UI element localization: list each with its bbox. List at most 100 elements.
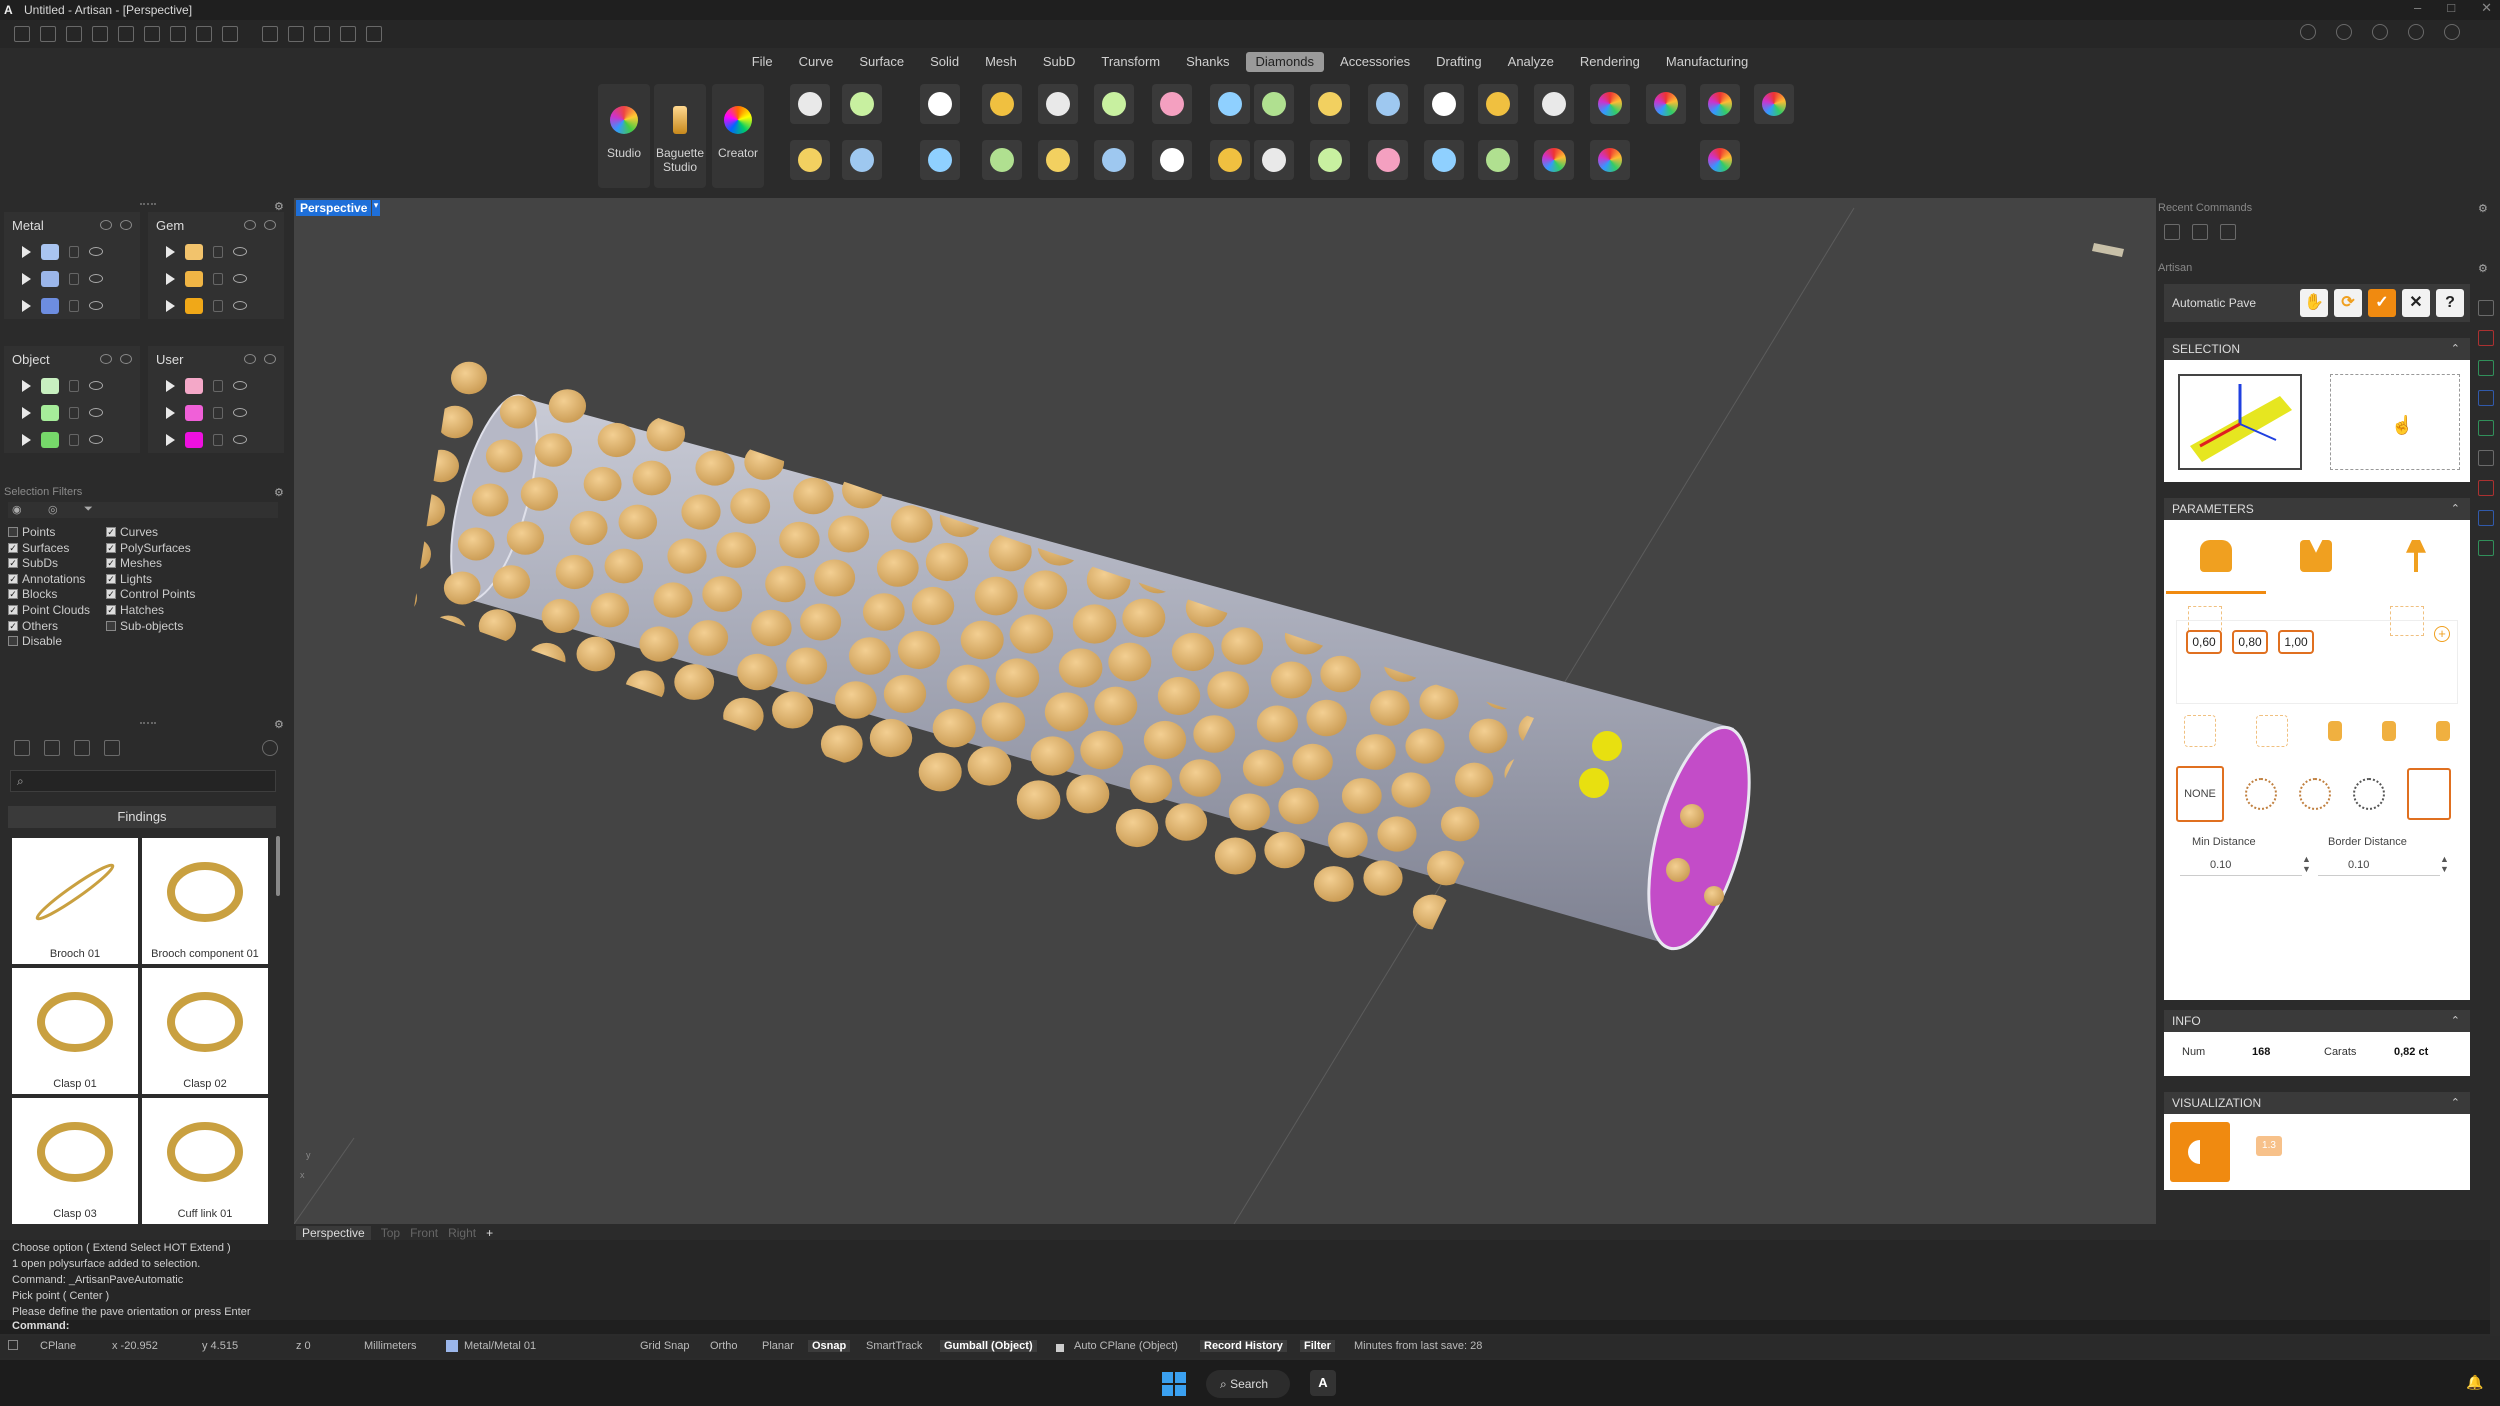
layer-row[interactable] — [148, 399, 284, 426]
layer-color-swatch[interactable] — [41, 297, 59, 314]
expand-icon[interactable] — [166, 433, 175, 446]
pave-gem[interactable] — [730, 488, 771, 524]
filter-toggle[interactable]: Filter — [1300, 1340, 1335, 1352]
help-icon[interactable] — [2408, 24, 2424, 40]
pave-gem[interactable] — [890, 505, 933, 543]
ribbon-tool-13-button[interactable] — [1094, 140, 1134, 180]
pave-gem[interactable] — [618, 504, 658, 540]
viewport-navigation-widget[interactable] — [2092, 243, 2124, 257]
pave-gem[interactable] — [590, 592, 630, 628]
export-icon[interactable] — [222, 26, 238, 42]
eye-icon[interactable] — [233, 247, 247, 256]
library-grid-icon[interactable] — [104, 740, 120, 756]
pave-gem[interactable] — [946, 664, 990, 704]
strip-icon-3[interactable] — [2478, 360, 2494, 376]
border-distance-input[interactable]: 0.10 — [2318, 854, 2440, 876]
menu-transform[interactable]: Transform — [1091, 52, 1170, 72]
ribbon-tool-12-button[interactable] — [1094, 84, 1134, 124]
layer-color-swatch[interactable] — [185, 270, 203, 287]
finding-cuff-link-01[interactable]: Cuff link 01 — [142, 1098, 268, 1224]
pave-gem[interactable] — [1030, 736, 1075, 776]
filter-preset-icon[interactable]: ◎ — [48, 503, 58, 516]
new-file-icon[interactable] — [14, 26, 30, 42]
filter-point-clouds-checkbox[interactable]: ✓ Point Clouds — [8, 603, 90, 617]
pave-gem[interactable] — [429, 615, 467, 649]
pave-gem[interactable] — [1511, 923, 1549, 957]
lock-icon[interactable] — [213, 272, 223, 285]
ribbon-tool-1-button[interactable] — [790, 84, 830, 124]
scale-badge[interactable]: 1.3 — [2256, 1136, 2282, 1156]
pave-gem[interactable] — [932, 708, 976, 748]
findings-search-input[interactable]: ⌕ — [10, 770, 276, 792]
pave-gem[interactable] — [1440, 806, 1480, 842]
pave-gem[interactable] — [381, 581, 417, 615]
eye-icon[interactable] — [89, 274, 103, 283]
pave-gem[interactable] — [1391, 772, 1431, 808]
eye-icon[interactable] — [264, 354, 276, 364]
redo-icon[interactable] — [144, 26, 160, 42]
eye-icon[interactable] — [89, 381, 103, 390]
min-distance-input[interactable]: 0.10 — [2180, 854, 2302, 876]
open-folder-icon[interactable] — [92, 26, 108, 42]
ribbon-tool-7-button[interactable] — [920, 140, 960, 180]
ribbon-tool-4-button[interactable] — [842, 140, 882, 180]
pave-gem[interactable] — [1122, 598, 1166, 638]
library-import-icon[interactable] — [74, 740, 90, 756]
library-settings-icon[interactable]: ⚙ — [274, 718, 284, 731]
ribbon-tool-18-button[interactable] — [1254, 84, 1294, 124]
tab-pave-prongs[interactable] — [2366, 520, 2466, 594]
layer-color-swatch[interactable] — [41, 377, 59, 394]
layer-color-swatch[interactable] — [185, 431, 203, 448]
distribute-icon[interactable] — [2256, 715, 2288, 747]
align-icon[interactable] — [2184, 715, 2216, 747]
pave-gem[interactable] — [541, 598, 580, 634]
menu-mesh[interactable]: Mesh — [975, 52, 1027, 72]
box-icon[interactable] — [2372, 24, 2388, 40]
osnap-toggle[interactable]: Osnap — [808, 1340, 851, 1352]
pave-gem[interactable] — [506, 521, 545, 555]
pave-gem[interactable] — [534, 433, 573, 467]
pave-gem[interactable] — [834, 681, 877, 719]
pave-gem[interactable] — [779, 521, 820, 559]
pave-gem[interactable] — [1320, 655, 1361, 693]
menu-curve[interactable]: Curve — [789, 52, 844, 72]
layer-row[interactable] — [4, 426, 140, 453]
layer-row[interactable] — [4, 372, 140, 399]
pave-gem[interactable] — [1377, 816, 1417, 852]
save-as-icon[interactable] — [196, 26, 212, 42]
lock-icon[interactable] — [213, 433, 223, 446]
strip-icon-4[interactable] — [2478, 390, 2494, 406]
tab-pave-pattern[interactable] — [2266, 520, 2366, 594]
pave-gem[interactable] — [576, 636, 616, 672]
pave-gem[interactable] — [1157, 676, 1201, 716]
filter-others-checkbox[interactable]: ✓ Others — [8, 619, 58, 633]
layer-group-header[interactable]: Gem — [148, 212, 284, 238]
ribbon-tool-21-button[interactable] — [1310, 140, 1350, 180]
pave-gem[interactable] — [1143, 720, 1187, 760]
line-tool-icon[interactable] — [262, 26, 278, 42]
lock-icon[interactable] — [213, 406, 223, 419]
pick-hand-button[interactable]: ✋ — [2300, 289, 2328, 317]
pave-gem[interactable] — [1611, 952, 1647, 984]
layer-color-swatch[interactable] — [185, 404, 203, 421]
pave-gem[interactable] — [437, 405, 473, 439]
pave-gem[interactable] — [1313, 866, 1354, 902]
lock-icon[interactable] — [100, 354, 112, 364]
pave-gem[interactable] — [1363, 860, 1403, 896]
expand-icon[interactable] — [166, 299, 175, 312]
pave-gem[interactable] — [786, 647, 828, 685]
min-distance-stepper[interactable]: ▲ ▼ — [2302, 854, 2311, 874]
pave-gem[interactable] — [688, 620, 729, 656]
pave-gem[interactable] — [527, 642, 566, 678]
cancel-button[interactable]: ✕ — [2402, 289, 2430, 317]
unlock-icon[interactable] — [2382, 721, 2396, 741]
ribbon-tool-31-button[interactable] — [1590, 140, 1630, 180]
perspective-viewport[interactable] — [294, 198, 2156, 1224]
lock-icon[interactable] — [69, 272, 79, 285]
pave-gem[interactable] — [1115, 808, 1159, 848]
pave-gem[interactable] — [800, 603, 842, 641]
tab-pave-shape[interactable] — [2166, 520, 2266, 594]
pave-gem[interactable] — [925, 542, 969, 582]
expand-icon[interactable] — [22, 379, 31, 392]
smarttrack-toggle[interactable]: SmartTrack — [866, 1340, 922, 1352]
